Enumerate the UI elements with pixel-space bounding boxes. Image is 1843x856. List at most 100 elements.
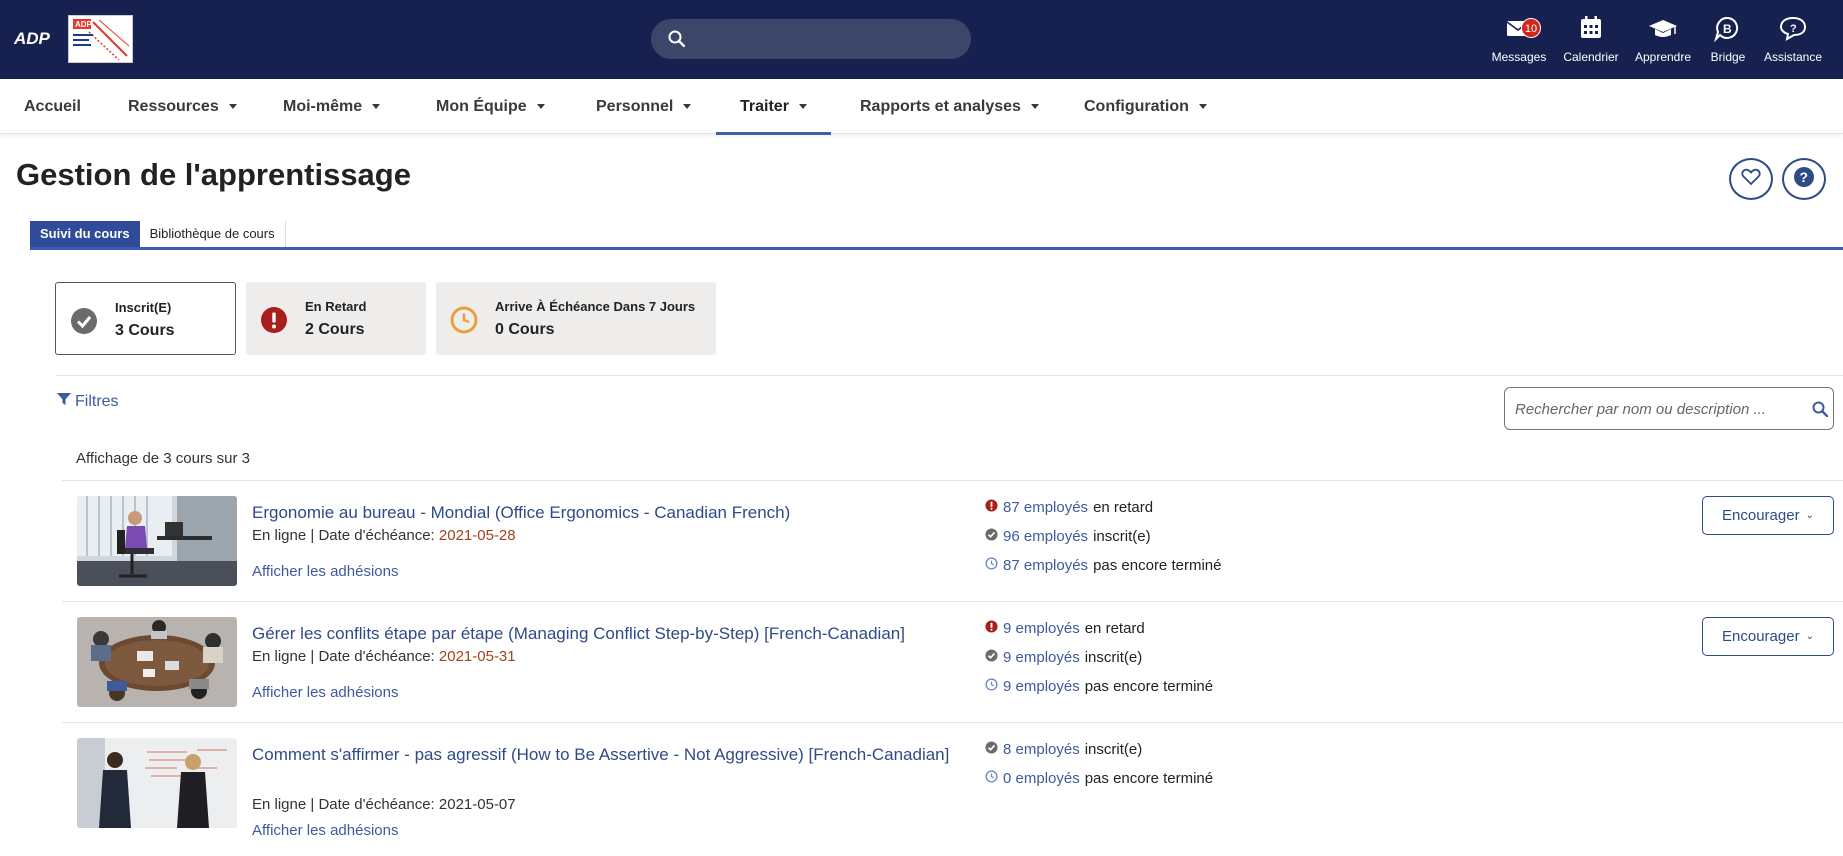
client-logo[interactable]: ADP (68, 15, 133, 63)
course-search-input[interactable] (1515, 398, 1795, 420)
stat-employees-link[interactable]: 9 employés (1003, 678, 1080, 695)
stat-employees-link[interactable]: 87 employés (1003, 499, 1088, 516)
heart-icon (1741, 168, 1761, 191)
view-enrollments-link[interactable]: Afficher les adhésions (252, 822, 398, 839)
summary-card-due-7-days[interactable]: Arrive À Échéance Dans 7 Jours 0 Cours (436, 282, 716, 355)
svg-text:?: ? (1790, 23, 1797, 35)
view-enrollments-link[interactable]: Afficher les adhésions (252, 563, 398, 580)
enrolled-icon (985, 649, 998, 666)
caret-down-icon (536, 104, 545, 110)
course-title-link[interactable]: Gérer les conflits étape par étape (Mana… (252, 620, 972, 647)
favorite-button[interactable] (1729, 158, 1773, 200)
svg-text:ADP: ADP (75, 20, 93, 29)
nav-accueil[interactable]: Accueil (24, 79, 81, 133)
chevron-down-icon: ⌄ (1805, 631, 1814, 642)
top-utility-icons: 10 Messages Calendrier Apprendre B Bridg… (1483, 14, 1829, 64)
encourage-button[interactable]: Encourager ⌄ (1702, 496, 1834, 535)
summary-value: 2 Cours (305, 321, 365, 338)
bridge-label: Bridge (1710, 50, 1746, 64)
summary-label: Inscrit(E) (115, 300, 172, 315)
stat-employees-link[interactable]: 9 employés (1003, 620, 1080, 637)
messages-badge: 10 (1521, 18, 1541, 38)
nav-mon-equipe[interactable]: Mon Équipe (436, 79, 545, 133)
course-title-link[interactable]: Comment s'affirmer - pas agressif (How t… (252, 741, 972, 768)
view-enrollments-link[interactable]: Afficher les adhésions (252, 684, 398, 701)
search-icon (668, 30, 686, 52)
course-thumbnail[interactable] (77, 496, 237, 586)
learn-button[interactable]: Apprendre (1627, 14, 1699, 64)
adp-logo[interactable]: ADP (13, 28, 52, 48)
tab-underline (30, 247, 1843, 250)
caret-down-icon (372, 104, 381, 110)
stat-employees-link[interactable]: 9 employés (1003, 649, 1080, 666)
clock-icon (450, 306, 478, 339)
course-thumbnail[interactable] (77, 617, 237, 707)
encourage-button[interactable]: Encourager ⌄ (1702, 617, 1834, 656)
course-thumbnail[interactable] (77, 738, 237, 828)
stat-not-completed: 0 employés pas encore terminé (985, 770, 1213, 787)
search-icon[interactable] (1812, 401, 1829, 422)
bridge-button[interactable]: B Bridge (1699, 14, 1757, 64)
tab-bibliotheque-de-cours[interactable]: Bibliothèque de cours (140, 221, 286, 247)
course-row: Gérer les conflits étape par étape (Mana… (62, 601, 1843, 722)
tab-suivi-du-cours[interactable]: Suivi du cours (30, 221, 140, 247)
overdue-icon (985, 499, 998, 516)
summary-label: En Retard (305, 299, 367, 314)
caret-down-icon (1198, 104, 1207, 110)
nav-ressources[interactable]: Ressources (128, 79, 237, 133)
stat-enrolled: 8 employés inscrit(e) (985, 741, 1142, 758)
summary-value: 0 Cours (495, 321, 555, 338)
stat-employees-link[interactable]: 8 employés (1003, 741, 1080, 758)
calendar-button[interactable]: Calendrier (1555, 14, 1627, 64)
svg-text:ADP: ADP (14, 29, 51, 48)
nav-configuration[interactable]: Configuration (1084, 79, 1207, 133)
summary-card-overdue[interactable]: En Retard 2 Cours (246, 282, 426, 355)
summary-label: Arrive À Échéance Dans 7 Jours (495, 299, 696, 314)
course-row: Comment s'affirmer - pas agressif (How t… (62, 722, 1843, 856)
assistance-label: Assistance (1763, 50, 1823, 64)
question-icon: ? (1793, 166, 1815, 193)
help-chat-icon: ? (1778, 14, 1808, 47)
course-search-box[interactable] (1504, 387, 1834, 430)
calendar-label: Calendrier (1563, 50, 1619, 64)
course-row: Ergonomie au bureau - Mondial (Office Er… (62, 480, 1843, 601)
filters-label: Filtres (75, 392, 119, 410)
pending-clock-icon (985, 557, 998, 574)
stat-overdue: 87 employés en retard (985, 499, 1153, 516)
messages-button[interactable]: 10 Messages (1483, 14, 1555, 64)
nav-rapports-analyses[interactable]: Rapports et analyses (860, 79, 1039, 133)
stat-employees-link[interactable]: 96 employés (1003, 528, 1088, 545)
caret-down-icon (1030, 104, 1039, 110)
nav-personnel[interactable]: Personnel (596, 79, 692, 133)
nav-moi-meme[interactable]: Moi-même (283, 79, 381, 133)
summary-card-enrolled[interactable]: Inscrit(E) 3 Cours (55, 282, 236, 355)
messages-label: Messages (1491, 50, 1547, 64)
exclamation-circle-icon (260, 306, 288, 339)
calendar-icon (1578, 14, 1604, 47)
stat-not-completed: 9 employés pas encore terminé (985, 678, 1213, 695)
caret-down-icon (798, 104, 807, 110)
pending-clock-icon (985, 770, 998, 787)
due-date: 2021-05-31 (438, 648, 516, 665)
results-count: Affichage de 3 cours sur 3 (76, 450, 250, 467)
graduation-cap-icon (1647, 14, 1679, 47)
pending-clock-icon (985, 678, 998, 695)
stat-employees-link[interactable]: 0 employés (1003, 770, 1080, 787)
tab-bar: Suivi du cours Bibliothèque de cours (30, 221, 286, 247)
stat-not-completed: 87 employés pas encore terminé (985, 557, 1221, 574)
course-title-link[interactable]: Ergonomie au bureau - Mondial (Office Er… (252, 499, 972, 526)
stat-enrolled: 96 employés inscrit(e) (985, 528, 1151, 545)
chevron-down-icon: ⌄ (1805, 510, 1814, 521)
caret-down-icon (683, 104, 692, 110)
summary-value: 3 Cours (115, 322, 175, 339)
global-search-input[interactable] (651, 19, 971, 59)
assistance-button[interactable]: ? Assistance (1757, 14, 1829, 64)
help-button[interactable]: ? (1782, 158, 1826, 200)
svg-text:B: B (1723, 22, 1732, 36)
caret-down-icon (228, 104, 237, 110)
stat-employees-link[interactable]: 87 employés (1003, 557, 1088, 574)
nav-traiter[interactable]: Traiter (716, 79, 831, 135)
bridge-icon: B (1713, 14, 1743, 47)
filters-button[interactable]: Filtres (57, 392, 119, 411)
stat-enrolled: 9 employés inscrit(e) (985, 649, 1142, 666)
